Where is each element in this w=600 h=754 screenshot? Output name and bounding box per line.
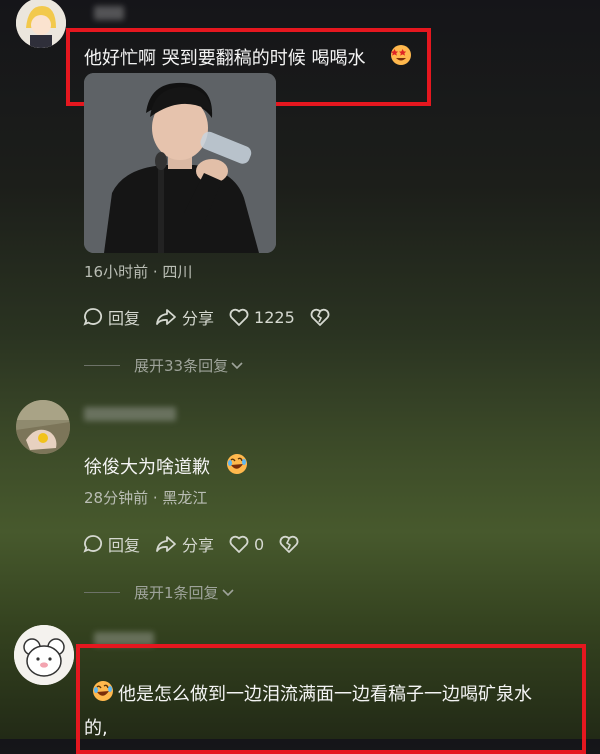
comment-actions: 回复 分享 0 — [82, 532, 318, 556]
heart-icon — [229, 308, 249, 326]
highlight-box — [76, 644, 586, 754]
reply-bubble-icon — [83, 535, 102, 553]
broken-heart-icon — [279, 535, 299, 553]
chevron-down-icon — [221, 588, 234, 596]
reply-bubble-icon — [83, 308, 102, 326]
laughing-emoji — [226, 453, 248, 479]
share-label: 分享 — [182, 309, 215, 328]
reply-label: 回复 — [108, 536, 141, 555]
username-blurred — [94, 6, 124, 20]
like-button[interactable]: 0 — [228, 533, 264, 555]
share-button[interactable]: 分享 — [154, 532, 214, 556]
avatar-image — [16, 0, 66, 48]
dislike-button[interactable] — [309, 306, 335, 328]
share-label: 分享 — [182, 536, 215, 555]
like-button[interactable]: 1225 — [228, 306, 295, 328]
avatar-image — [16, 400, 70, 454]
comment-image[interactable] — [84, 73, 276, 253]
like-count: 0 — [254, 534, 265, 554]
expand-replies-button[interactable]: 展开1条回复 — [84, 582, 235, 603]
comment-meta: 28分钟前 · 黑龙江 — [84, 489, 208, 507]
expand-replies-button[interactable]: 展开33条回复 — [84, 355, 244, 376]
share-arrow-icon — [156, 536, 176, 552]
share-arrow-icon — [156, 309, 176, 325]
comment-text: 徐俊大为啥道歉 — [84, 457, 210, 478]
heart-icon — [229, 535, 249, 553]
share-button[interactable]: 分享 — [154, 305, 214, 329]
avatar[interactable] — [16, 400, 70, 454]
divider-line — [84, 365, 120, 366]
reply-button[interactable]: 回复 — [82, 532, 140, 556]
reply-button[interactable]: 回复 — [82, 305, 140, 329]
dislike-button[interactable] — [278, 533, 304, 555]
expand-replies-label: 展开33条回复 — [134, 357, 229, 375]
like-count: 1225 — [254, 307, 295, 327]
chevron-down-icon — [231, 361, 243, 369]
avatar[interactable] — [14, 625, 74, 685]
expand-replies-label: 展开1条回复 — [134, 584, 219, 602]
comment-meta: 16小时前 · 四川 — [84, 263, 193, 281]
broken-heart-icon — [310, 308, 330, 326]
reply-label: 回复 — [108, 309, 141, 328]
avatar-image — [14, 625, 74, 685]
comment-actions: 回复 分享 1225 — [82, 305, 349, 329]
avatar[interactable] — [16, 0, 66, 48]
username-blurred — [84, 407, 176, 421]
divider-line — [84, 592, 120, 593]
